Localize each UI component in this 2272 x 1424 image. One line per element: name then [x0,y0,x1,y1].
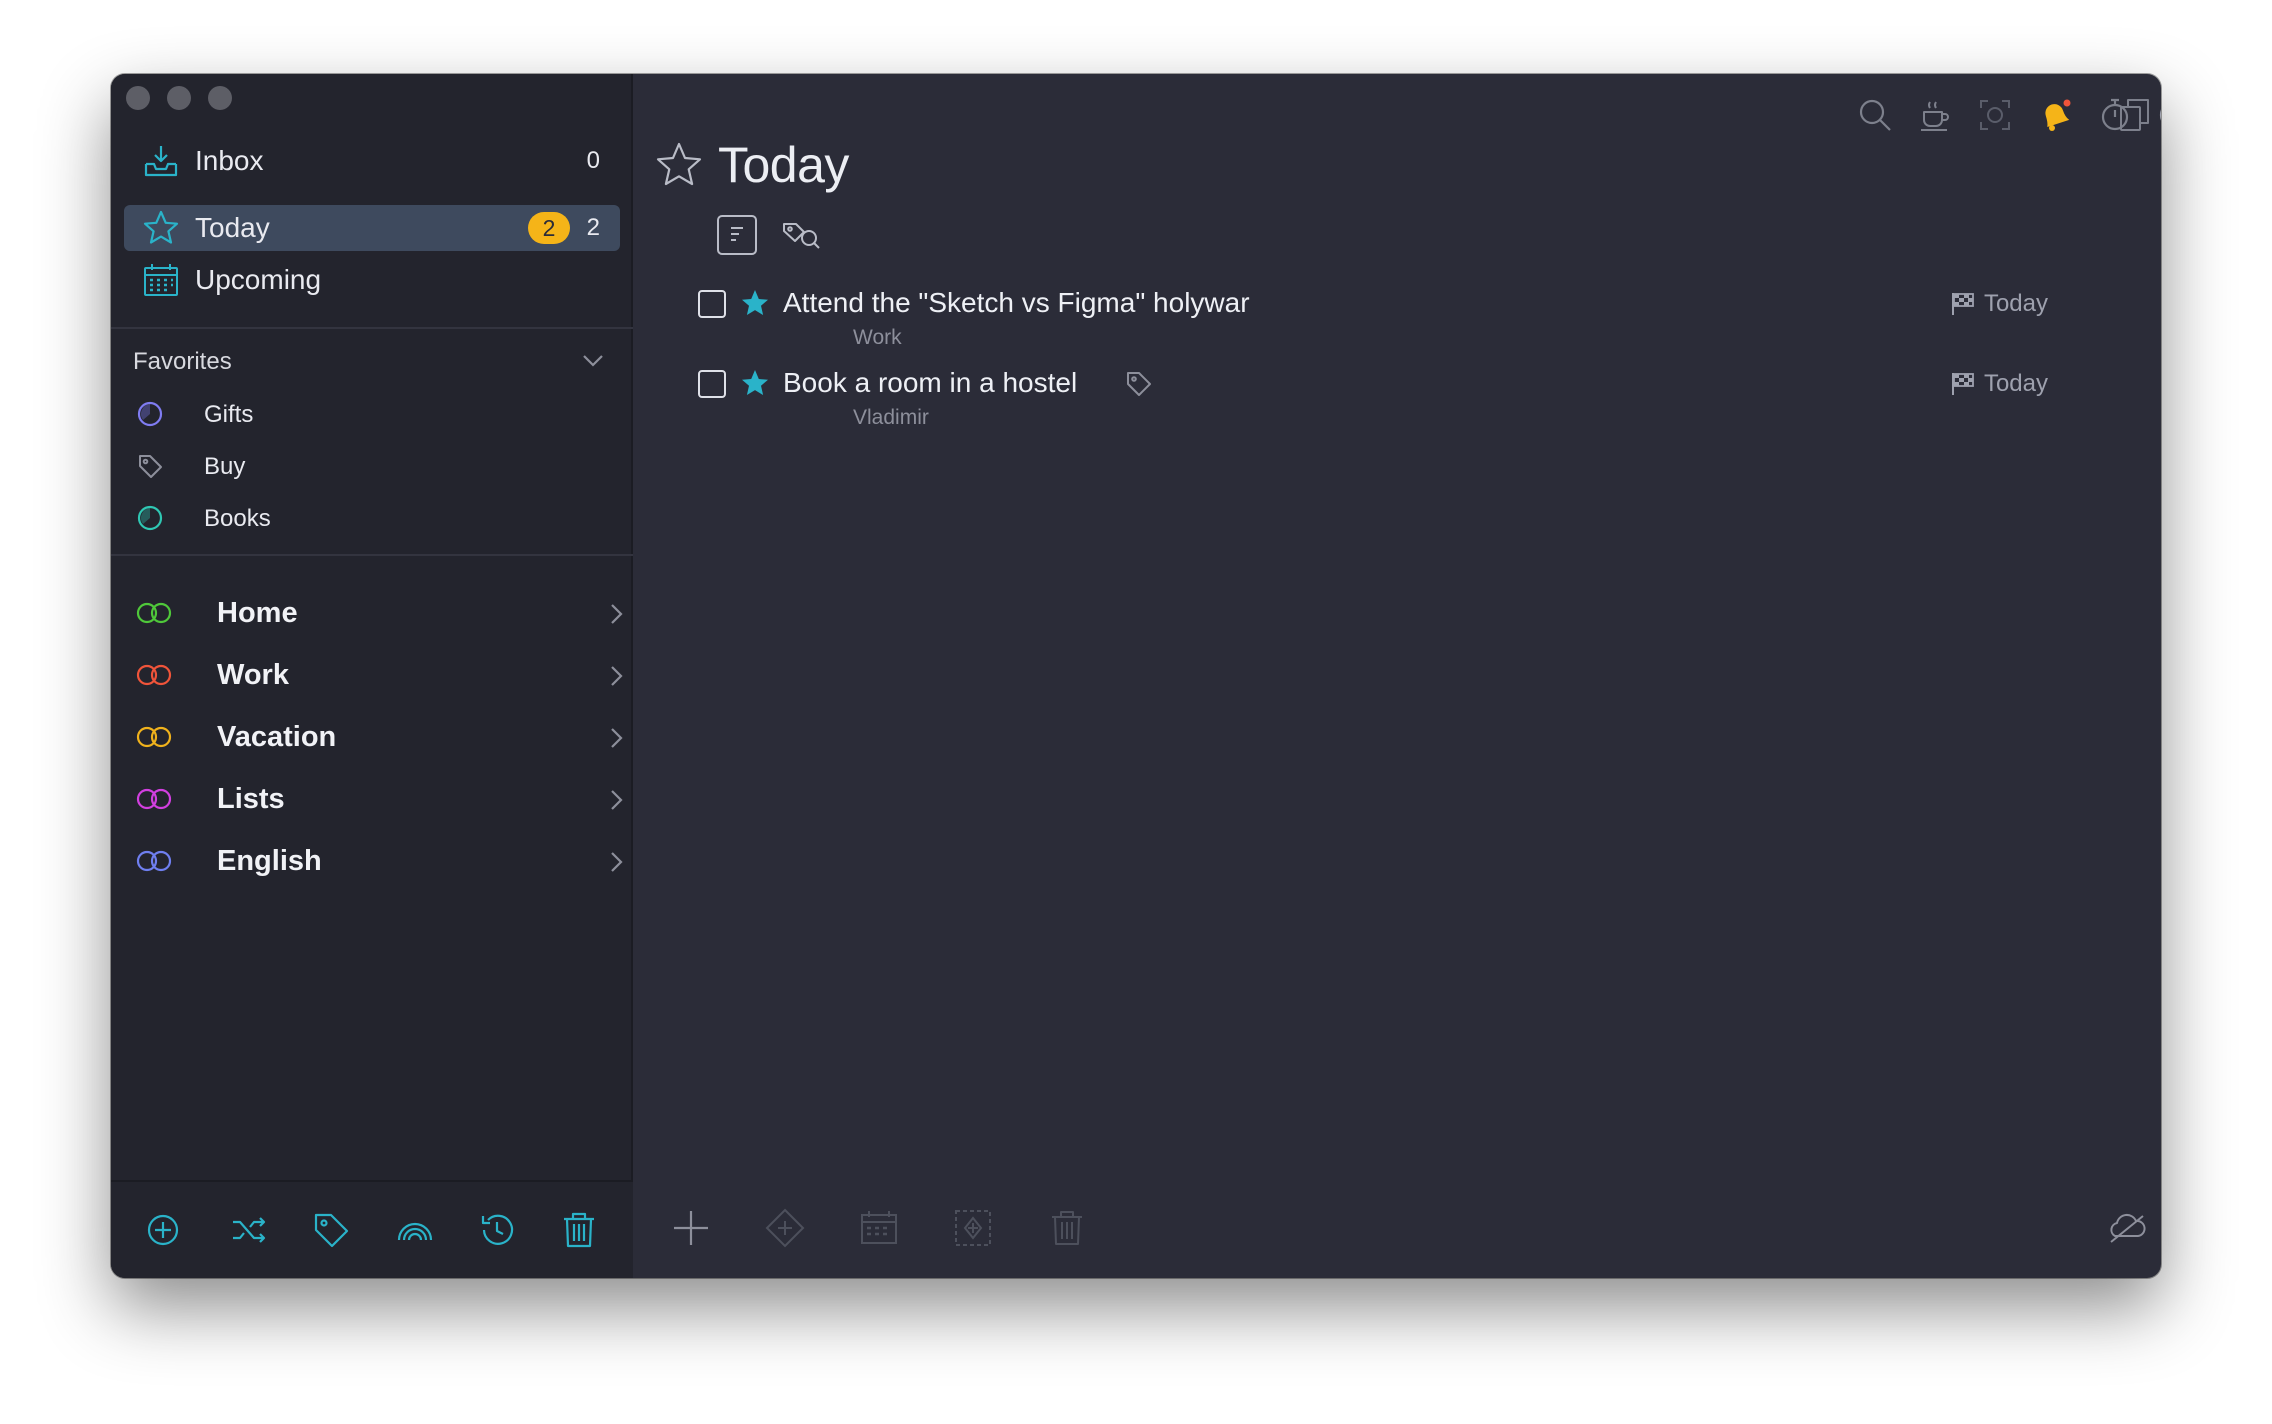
tag-icon [1125,370,1153,398]
task-due-label: Today [1983,370,2048,397]
sidebar-item-inbox[interactable]: Inbox 0 [124,138,620,184]
sidebar: Inbox 0 Today 2 2 Upcoming Favorites Gif… [111,74,633,1278]
add-task-icon[interactable] [669,1206,713,1250]
zoom-window-button[interactable] [208,86,232,110]
shuffle-icon[interactable] [227,1208,271,1252]
main-toolbar [633,1180,2161,1278]
add-project-icon[interactable] [141,1208,185,1252]
task-row[interactable]: Book a room in a hostel Vladimir Today [688,360,2048,440]
flag-icon [1951,373,1974,395]
star-icon [142,209,180,247]
sidebar-item-today[interactable]: Today 2 2 [124,205,620,251]
task-title: Attend the "Sketch vs Figma" holywar [783,287,1250,318]
task-project: Vladimir [853,406,929,429]
area-label: Lists [217,783,285,815]
tag-icon [137,453,163,479]
project-circle-icon [137,401,163,427]
chevron-down-icon[interactable] [578,346,608,376]
area-label: Vacation [217,721,337,753]
area-rings-icon [135,661,173,689]
favorite-label: Books [204,505,271,532]
area-item-lists[interactable]: Lists [133,775,623,825]
page-title: Today [718,137,849,193]
task-row[interactable]: Attend the "Sketch vs Figma" holywar Wor… [688,280,2048,360]
minimize-window-button[interactable] [167,86,191,110]
favorites-header[interactable]: Favorites [133,348,232,376]
window-controls [126,86,232,110]
area-rings-icon [135,847,173,875]
top-toolbar [633,84,2161,140]
notes-view-icon[interactable] [716,214,758,256]
area-label: Work [217,659,289,691]
sync-off-icon[interactable] [2105,1206,2149,1250]
chevron-right-icon [603,661,629,691]
divider [111,554,633,556]
coffee-icon[interactable] [1916,96,1954,134]
area-rings-icon [135,785,173,813]
rainbow-icon[interactable] [393,1208,437,1252]
chevron-right-icon [603,847,629,877]
trash-icon[interactable] [557,1208,601,1252]
schedule-icon[interactable] [857,1206,901,1250]
area-item-work[interactable]: Work [133,651,623,701]
area-item-home[interactable]: Home [133,589,623,639]
search-icon[interactable] [1856,96,1894,134]
theme-contrast-icon[interactable] [2156,96,2161,134]
flag-icon [1951,293,1974,315]
calendar-icon [142,261,180,299]
chevron-right-icon [603,785,629,815]
today-count: 2 [586,214,600,241]
inbox-icon [142,142,180,180]
delete-icon[interactable] [1045,1206,1089,1250]
move-icon[interactable] [951,1206,995,1250]
overdue-badge: 2 [528,212,570,244]
task-due: Today [1950,288,2048,320]
divider [111,327,633,329]
task-checkbox[interactable] [698,290,726,318]
tag-filter-icon[interactable] [781,214,823,256]
today-star-icon [740,288,770,318]
task-due: Today [1950,368,2048,400]
favorite-label: Gifts [204,401,254,428]
area-label: Home [217,597,298,629]
sidebar-item-upcoming[interactable]: Upcoming [124,257,620,303]
copy-window-icon[interactable] [2116,96,2154,134]
project-circle-icon [137,505,163,531]
area-label: English [217,845,322,877]
area-rings-icon [135,599,173,627]
tag-icon[interactable] [309,1208,353,1252]
add-subtask-icon[interactable] [763,1206,807,1250]
app-window: Inbox 0 Today 2 2 Upcoming Favorites Gif… [111,74,2161,1278]
favorite-label: Buy [204,453,246,480]
star-icon [654,140,704,190]
today-star-icon [740,368,770,398]
area-item-vacation[interactable]: Vacation [133,713,623,763]
notification-bell-icon[interactable] [2036,96,2074,134]
sidebar-toolbar [111,1180,633,1278]
chevron-right-icon [603,723,629,753]
history-icon[interactable] [475,1208,519,1252]
chevron-right-icon [603,599,629,629]
focus-icon[interactable] [1976,96,2014,134]
inbox-count: 0 [586,147,600,174]
favorite-item-gifts[interactable]: Gifts [133,394,613,434]
close-window-button[interactable] [126,86,150,110]
area-rings-icon [135,723,173,751]
favorite-item-buy[interactable]: Buy [133,446,613,486]
sidebar-item-label: Upcoming [195,264,322,295]
task-title: Book a room in a hostel [783,367,1078,398]
task-checkbox[interactable] [698,370,726,398]
task-project: Work [853,326,902,349]
sidebar-item-label: Today [195,212,270,243]
area-item-english[interactable]: English [133,837,623,887]
main-content: Today Attend the "Sketch vs Figma" holyw… [633,74,2161,1278]
sidebar-item-label: Inbox [195,145,264,176]
task-due-label: Today [1983,290,2048,317]
favorite-item-books[interactable]: Books [133,498,613,538]
